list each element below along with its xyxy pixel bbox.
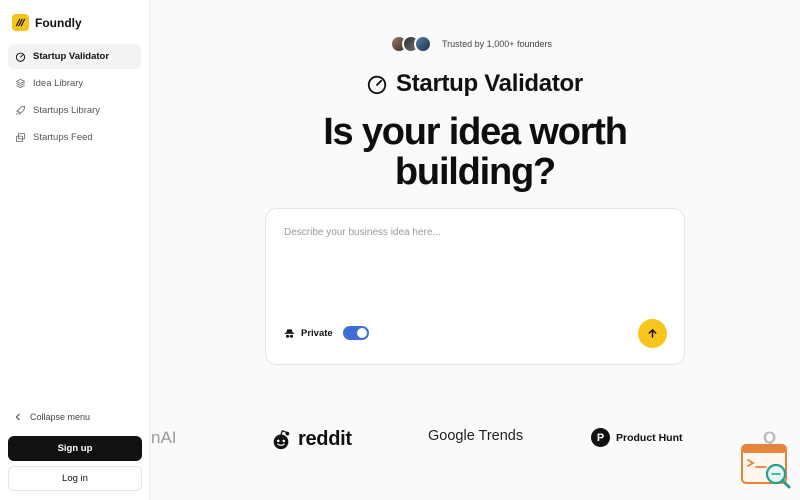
- sidebar-item-label: Startups Library: [33, 105, 101, 116]
- logo-product-hunt: P Product Hunt: [591, 428, 683, 447]
- arrow-up-icon: [648, 329, 657, 338]
- sign-up-button[interactable]: Sign up: [8, 436, 142, 461]
- collapse-menu-button[interactable]: Collapse menu: [14, 412, 90, 422]
- sidebar-item-idea-library[interactable]: Idea Library: [8, 71, 141, 96]
- logo-reddit: reddit: [270, 428, 352, 451]
- log-in-button[interactable]: Log in: [8, 466, 142, 491]
- collapse-menu-label: Collapse menu: [30, 412, 91, 422]
- sidebar-nav: Startup Validator Idea Library Startups …: [8, 44, 141, 152]
- rocket-icon: [15, 105, 26, 116]
- trusted-text: Trusted by 1,000+ founders: [442, 39, 552, 49]
- sidebar-item-startups-library[interactable]: Startups Library: [8, 98, 141, 123]
- gauge-icon: [15, 52, 26, 62]
- sidebar-item-label: Startups Feed: [33, 132, 93, 143]
- gauge-icon: [367, 75, 387, 95]
- brand[interactable]: Foundly: [12, 14, 82, 31]
- reddit-icon: [273, 429, 290, 449]
- product-title-text: Startup Validator: [396, 70, 583, 97]
- headline: Is your idea worth building?: [250, 112, 700, 192]
- submit-idea-button[interactable]: [638, 319, 667, 348]
- logo-strip: nAI reddit Google Trends P Product Hunt …: [151, 422, 800, 462]
- reddit-wordmark: reddit: [298, 428, 352, 450]
- private-label: Private: [301, 327, 333, 339]
- feed-icon: [15, 132, 26, 143]
- brand-name: Foundly: [35, 15, 82, 30]
- product-title: Startup Validator: [366, 70, 583, 98]
- private-toggle[interactable]: [342, 326, 369, 340]
- idea-input[interactable]: [284, 227, 664, 287]
- headline-line-2: building?: [394, 151, 556, 193]
- social-proof: Trusted by 1,000+ founders: [390, 35, 552, 53]
- private-setting: Private: [284, 326, 369, 340]
- logo-google-trends: Google Trends: [428, 428, 524, 444]
- sidebar-item-startup-validator[interactable]: Startup Validator: [8, 44, 141, 69]
- incognito-icon: [284, 328, 295, 338]
- product-hunt-icon: P: [591, 428, 610, 447]
- sidebar-item-label: Startup Validator: [33, 51, 110, 62]
- sidebar-item-startups-feed[interactable]: Startups Feed: [8, 125, 141, 150]
- sidebar-item-label: Idea Library: [33, 78, 84, 89]
- product-hunt-wordmark: Product Hunt: [616, 431, 683, 444]
- founder-avatars: [390, 35, 432, 53]
- layers-icon: [15, 78, 26, 89]
- idea-input-card: Private: [265, 208, 685, 365]
- search-window-icon: [741, 444, 791, 489]
- sidebar: Foundly Startup Validator Idea Library S…: [0, 0, 150, 500]
- inspect-widget[interactable]: [740, 443, 792, 491]
- chevron-left-icon: [15, 413, 20, 421]
- headline-line-1: Is your idea worth: [323, 111, 628, 153]
- avatar: [414, 35, 432, 53]
- foundly-logo-icon: [12, 14, 29, 31]
- logo-openai: nAI: [151, 428, 177, 447]
